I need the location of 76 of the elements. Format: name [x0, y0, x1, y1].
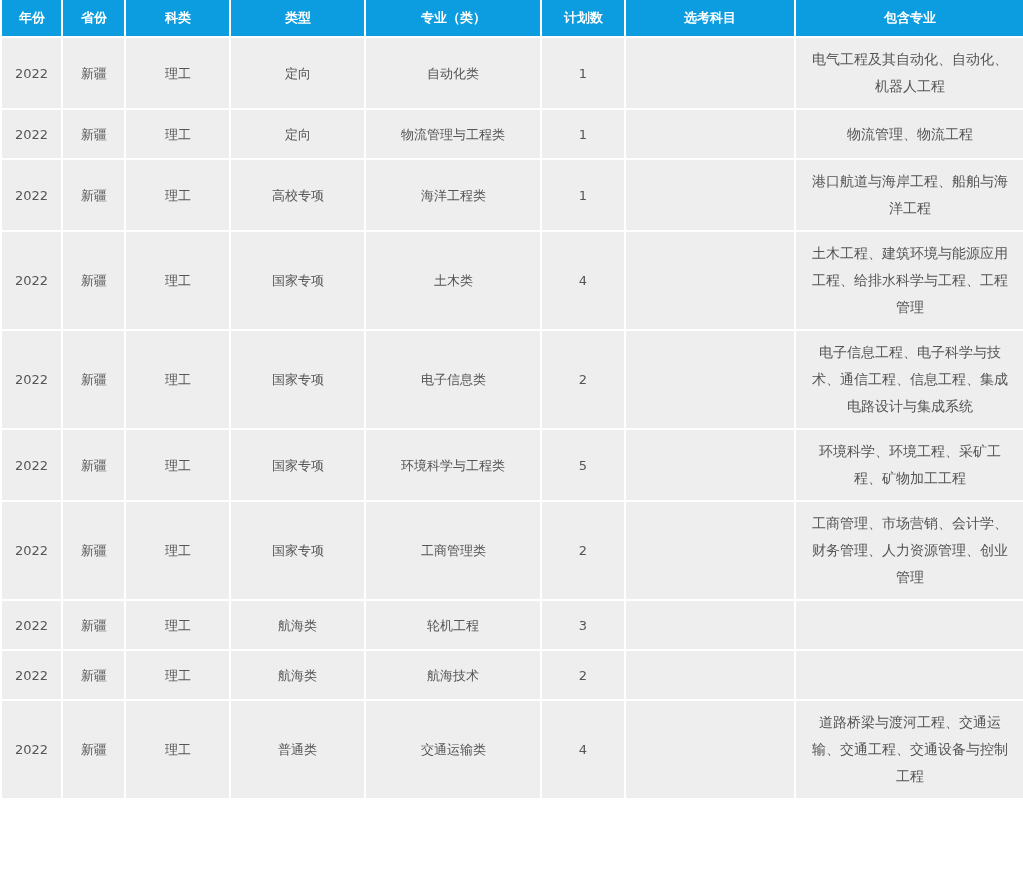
- table-cell: 1: [578, 187, 588, 203]
- column-header: 省份: [62, 0, 125, 37]
- table-cell: 电子信息类: [420, 372, 486, 387]
- table-cell: 1: [578, 126, 588, 142]
- table-cell: 普通类: [278, 742, 317, 757]
- table-cell: 高校专项: [271, 187, 324, 203]
- table-cell: 2022: [14, 617, 49, 633]
- table-cell: 轮机工程: [427, 617, 479, 633]
- table-cell: 土木工程、建筑环境与能源应用工程、给排水科学与工程、工程管理: [811, 245, 1008, 315]
- table-cell: 工商管理类: [420, 543, 486, 558]
- table-cell: 新疆: [80, 187, 107, 203]
- table-cell: 新疆: [80, 372, 107, 387]
- table-cell: 理工: [164, 457, 191, 473]
- table-cell: 新疆: [80, 742, 107, 757]
- table-cell: 交通运输类: [420, 742, 486, 757]
- table-cell: 道路桥梁与渡河工程、交通运输、交通工程、交通设备与控制工程: [811, 714, 1008, 784]
- table-cell: 2022: [14, 126, 49, 142]
- table-cell: 理工: [164, 617, 191, 633]
- table-cell: 理工: [164, 187, 191, 203]
- table-cell: 环境科学与工程类: [401, 457, 505, 473]
- table-cell: 新疆: [80, 126, 107, 142]
- table-cell: 理工: [164, 273, 191, 288]
- table-cell: 工商管理、市场营销、会计学、财务管理、人力资源管理、创业管理: [811, 515, 1008, 585]
- table-cell: 2022: [14, 457, 49, 473]
- table-cell: 物流管理与工程类: [401, 126, 505, 142]
- table-cell: 2: [578, 372, 588, 387]
- table-cell: 4: [578, 273, 588, 288]
- table-cell: 理工: [164, 543, 191, 558]
- table-cell: 理工: [164, 126, 191, 142]
- table-cell: 1: [578, 65, 588, 81]
- column-header: 年份: [1, 0, 62, 37]
- table-cell: 2022: [14, 65, 49, 81]
- table-cell: 4: [578, 742, 588, 757]
- table-cell: 航海类: [278, 617, 317, 633]
- table-cell: 航海技术: [427, 667, 479, 683]
- table-cell: 3: [578, 617, 588, 633]
- table-cell: 理工: [164, 372, 191, 387]
- table-cell: 电子信息工程、电子科学与技术、通信工程、信息工程、集成电路设计与集成系统: [811, 344, 1008, 414]
- table-cell: 物流管理、物流工程: [846, 125, 973, 142]
- table-cell: 5: [578, 457, 588, 473]
- table-cell: 理工: [164, 667, 191, 683]
- table-cell: 海洋工程类: [420, 187, 486, 203]
- table-cell: 定向: [284, 126, 311, 142]
- table-cell: 新疆: [80, 65, 107, 81]
- table-cell: 2: [578, 667, 588, 683]
- table-cell: 国家专项: [271, 372, 324, 387]
- table-cell: 新疆: [80, 273, 107, 288]
- table-cell: 定向: [284, 65, 311, 81]
- table-cell: 新疆: [80, 617, 107, 633]
- table-cell: 新疆: [80, 543, 107, 558]
- table-cell: 2022: [14, 187, 49, 203]
- column-header: 专业（类）: [365, 0, 541, 37]
- table-cell: 电气工程及其自动化、自动化、机器人工程: [811, 51, 1008, 94]
- table-cell: 国家专项: [271, 457, 324, 473]
- column-header: 计划数: [541, 0, 625, 37]
- table-cell: 航海类: [278, 667, 317, 683]
- table-cell: 土木类: [433, 273, 473, 288]
- column-header: 选考科目: [625, 0, 795, 37]
- table-cell: 国家专项: [271, 543, 324, 558]
- table-cell: 环境科学、环境工程、采矿工程、矿物加工工程: [818, 443, 1001, 486]
- table-cell: 2022: [14, 273, 49, 288]
- table-cell: 新疆: [80, 667, 107, 683]
- column-header: 类型: [230, 0, 365, 37]
- column-header: 包含专业: [795, 0, 1023, 37]
- table-cell: 国家专项: [271, 273, 324, 288]
- table-cell: 2022: [14, 543, 49, 558]
- table-cell: 2: [578, 543, 588, 558]
- table-cell: 理工: [164, 65, 191, 81]
- table-cell: 自动化类: [427, 65, 479, 81]
- column-header: 科类: [125, 0, 230, 37]
- table-cell: 2022: [14, 667, 49, 683]
- table-cell: 新疆: [80, 457, 107, 473]
- table-cell: 港口航道与海岸工程、船舶与海洋工程: [811, 173, 1008, 216]
- table-cell: 理工: [164, 742, 191, 757]
- table-cell: 2022: [14, 372, 49, 387]
- table-cell: 2022: [14, 742, 49, 757]
